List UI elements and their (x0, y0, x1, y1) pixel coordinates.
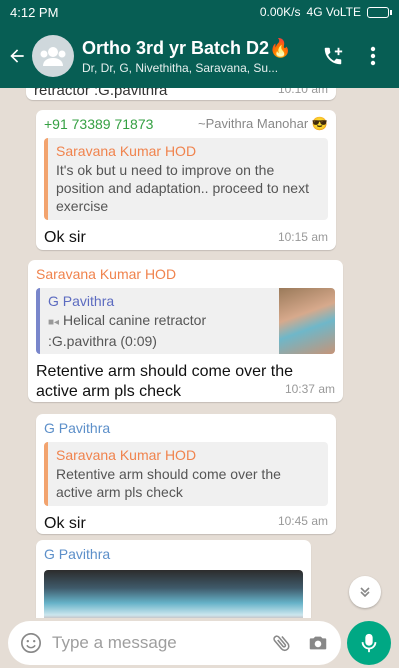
mic-button[interactable] (347, 621, 391, 665)
camera-icon[interactable] (307, 632, 329, 654)
more-options-icon[interactable] (353, 36, 393, 76)
message-time: 10:37 am (284, 382, 335, 396)
attach-icon[interactable] (271, 632, 293, 654)
message-bubble[interactable]: G Pavithra (36, 540, 311, 618)
message-sender-row: +91 73389 71873 ~Pavithra Manohar 😎 (44, 116, 328, 132)
quoted-message[interactable]: Saravana Kumar HOD Retentive arm should … (44, 442, 328, 506)
sender-name: G Pavithra (44, 546, 111, 562)
group-title: Ortho 3rd yr Batch D2🔥 (82, 37, 292, 58)
composer-bar: Type a message (0, 618, 399, 668)
message-time: 10:15 am (277, 230, 328, 244)
message-bubble[interactable]: Saravana Kumar HOD G Pavithra ■◂ Helical… (28, 260, 343, 402)
signal-label: 4G VoLTE (306, 5, 361, 19)
message-placeholder: Type a message (52, 633, 177, 652)
quoted-sender: Saravana Kumar HOD (56, 447, 197, 463)
status-time: 4:12 PM (10, 4, 59, 20)
message-bubble[interactable]: retractor :G.pavithra 10:10 am (26, 88, 336, 100)
message-time: 10:45 am (277, 514, 328, 528)
message-bubble[interactable]: G Pavithra Saravana Kumar HOD Retentive … (36, 414, 336, 534)
chat-header: Ortho 3rd yr Batch D2🔥 Dr, Dr, G, Niveth… (0, 24, 399, 88)
add-call-icon[interactable] (313, 36, 353, 76)
group-info[interactable]: Ortho 3rd yr Batch D2🔥 Dr, Dr, G, Niveth… (82, 38, 313, 75)
message-time: 10:10 am (277, 88, 328, 96)
quoted-text: It's ok but u need to improve on the pos… (56, 162, 309, 214)
sender-name: Saravana Kumar HOD (36, 266, 177, 282)
quoted-sender: Saravana Kumar HOD (56, 143, 197, 159)
quoted-text: Retentive arm should come over the activ… (56, 466, 281, 500)
status-bar: 4:12 PM 0.00K/s 4G VoLTE (0, 0, 399, 24)
sender-name: G Pavithra (44, 420, 111, 436)
battery-icon (367, 6, 392, 18)
video-icon: ■◂ (48, 317, 60, 328)
message-input[interactable]: Type a message (8, 621, 341, 665)
group-members: Dr, Dr, G, Nivethitha, Saravana, Su... (82, 60, 279, 75)
message-image[interactable] (44, 570, 303, 618)
back-arrow-icon[interactable] (6, 41, 28, 71)
sender-phone: +91 73389 71873 (44, 116, 154, 132)
sender-alias: ~Pavithra Manohar 😎 (198, 116, 328, 131)
message-bubble[interactable]: +91 73389 71873 ~Pavithra Manohar 😎 Sara… (36, 110, 336, 250)
message-list[interactable]: retractor :G.pavithra 10:10 am +91 73389… (0, 88, 399, 618)
emoji-icon[interactable] (20, 632, 42, 654)
network-speed: 0.00K/s (259, 5, 301, 19)
scroll-down-button[interactable] (349, 576, 381, 608)
quoted-message[interactable]: G Pavithra ■◂ Helical canine retractor :… (36, 288, 335, 354)
quoted-text: ■◂ Helical canine retractor :G.pavithra … (48, 312, 207, 349)
status-indicators: 0.00K/s 4G VoLTE (259, 5, 392, 19)
quoted-message[interactable]: Saravana Kumar HOD It's ok but u need to… (44, 138, 328, 220)
group-avatar[interactable] (32, 35, 74, 77)
mic-icon (361, 633, 377, 653)
fire-emoji-icon: 🔥 (269, 37, 292, 58)
double-chevron-down-icon (360, 587, 370, 598)
quoted-video-thumbnail (279, 288, 335, 354)
quoted-sender: G Pavithra (48, 293, 115, 309)
